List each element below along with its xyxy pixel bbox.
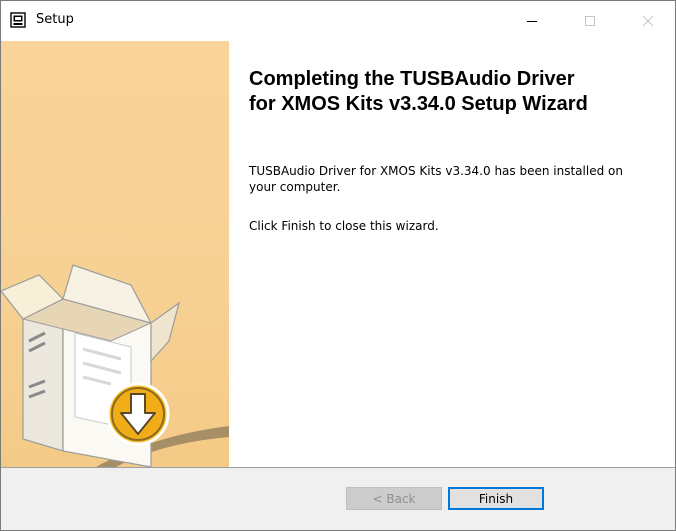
setup-app-icon (10, 12, 26, 28)
title-line-2: for XMOS Kits v3.34.0 Setup Wizard (249, 93, 588, 115)
installed-message: TUSBAudio Driver for XMOS Kits v3.34.0 h… (249, 164, 623, 194)
setup-window: Setup Completing the TUSBAudio Driver fo… (0, 0, 676, 531)
title-line-1: Completing the TUSBAudio Driver (249, 68, 575, 90)
window-title: Setup (36, 12, 74, 27)
maximize-button (567, 1, 613, 41)
wizard-content: Completing the TUSBAudio Driver for XMOS… (229, 41, 675, 467)
back-button: < Back (346, 487, 442, 510)
maximize-icon (585, 16, 595, 26)
finish-instruction: Click Finish to close this wizard. (249, 219, 439, 233)
finish-button[interactable]: Finish (448, 487, 544, 510)
minimize-button[interactable] (509, 1, 555, 41)
page-title: Completing the TUSBAudio Driver for XMOS… (249, 67, 669, 117)
minimize-icon (527, 21, 537, 22)
wizard-sidebar-banner (1, 41, 229, 467)
install-box-icon (1, 264, 229, 467)
close-icon (642, 15, 654, 27)
title-bar[interactable]: Setup (1, 1, 675, 41)
close-button[interactable] (625, 1, 671, 41)
button-bar: < Back Finish (1, 468, 675, 530)
